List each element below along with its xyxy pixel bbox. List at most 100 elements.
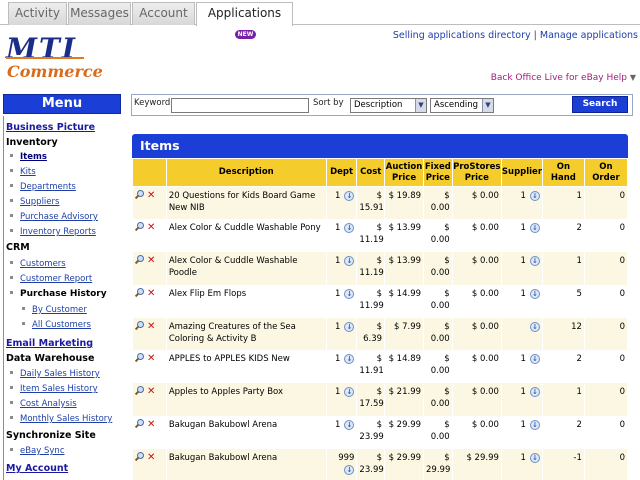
supplier-info-icon[interactable]: ↓ — [529, 288, 540, 299]
tab-account[interactable]: Account — [132, 2, 195, 25]
description-cell[interactable]: 20 Questions for Kids Board Game New NIB — [165, 186, 327, 220]
tab-applications[interactable]: Applications NEW — [196, 2, 293, 39]
supplier-info-icon[interactable]: ↓ — [529, 256, 540, 267]
sidebar-item-email-marketing[interactable]: Email Marketing — [6, 338, 93, 349]
supplier-info-icon[interactable]: ↓ — [529, 321, 540, 332]
sidebar-item-item-sales-history[interactable]: Item Sales History — [10, 384, 98, 394]
column-header-on-hand[interactable]: On Hand — [541, 158, 585, 187]
delete-item-x-icon[interactable]: ✕ — [147, 255, 155, 267]
description-cell[interactable]: Alex Color & Cuddle Washable Pony — [165, 219, 327, 253]
description-cell[interactable]: Alex Flip Em Flops — [165, 284, 327, 318]
dept-info-icon[interactable]: ↓ — [344, 354, 355, 365]
delete-item-x-icon[interactable]: ✕ — [147, 353, 155, 365]
bullet-icon — [10, 371, 13, 374]
supplier-value: 1 — [520, 223, 526, 234]
sidebar-item-my-account[interactable]: My Account — [6, 463, 68, 474]
keyword-input[interactable] — [171, 98, 309, 113]
supplier-info-icon[interactable]: ↓ — [529, 452, 540, 463]
column-header-fixed-price[interactable]: Fixed Price — [423, 158, 453, 187]
supplier-cell: 1 ↓ — [500, 252, 543, 285]
sidebar-item-suppliers[interactable]: Suppliers — [10, 197, 59, 207]
sidebar-item-items[interactable]: Items — [10, 152, 47, 162]
supplier-info-icon[interactable]: ↓ — [529, 354, 540, 365]
view-item-magnifier-icon[interactable] — [135, 353, 144, 362]
dept-info-icon[interactable]: ↓ — [344, 464, 355, 475]
sidebar-item-purchase-advisory[interactable]: Purchase Advisory — [10, 212, 98, 222]
column-header-description[interactable]: Description — [165, 158, 327, 187]
column-header-cost[interactable]: Cost — [356, 158, 386, 187]
on-hand-cell: 5 — [541, 284, 585, 318]
dept-info-icon[interactable]: ↓ — [344, 191, 355, 201]
dept-info-icon[interactable]: ↓ — [344, 420, 355, 431]
bullet-icon — [10, 261, 13, 264]
supplier-info-icon[interactable]: ↓ — [529, 387, 540, 398]
fixed-price-cell: $ 0.00 — [423, 284, 453, 318]
dept-info-icon[interactable]: ↓ — [344, 321, 355, 332]
sidebar-item-inventory-reports[interactable]: Inventory Reports — [10, 227, 96, 237]
delete-item-x-icon[interactable]: ✕ — [147, 288, 155, 300]
description-cell[interactable]: Alex Color & Cuddle Washable Poodle — [165, 252, 327, 285]
tab-activity[interactable]: Activity — [8, 2, 67, 25]
bullet-icon — [10, 448, 13, 451]
sidebar-item-business-picture[interactable]: Business Picture — [6, 122, 95, 133]
dept-value: 1 — [335, 223, 341, 234]
delete-item-x-icon[interactable]: ✕ — [147, 386, 155, 398]
sidebar-item-by-customer[interactable]: By Customer — [22, 305, 87, 315]
supplier-info-icon[interactable]: ↓ — [529, 420, 540, 431]
description-cell[interactable]: Amazing Creatures of the Sea Coloring & … — [165, 317, 327, 351]
sidebar-item-monthly-sales-history[interactable]: Monthly Sales History — [10, 414, 112, 424]
supplier-cell: 1 ↓ — [500, 186, 543, 220]
search-button[interactable]: Search — [572, 96, 628, 113]
supplier-info-icon[interactable]: ↓ — [529, 191, 540, 201]
dept-info-icon[interactable]: ↓ — [344, 387, 355, 398]
view-item-magnifier-icon[interactable] — [135, 451, 144, 461]
sidebar-item-departments[interactable]: Departments — [10, 182, 76, 192]
sidebar-item-customer-report[interactable]: Customer Report — [10, 274, 92, 284]
column-header-dept[interactable]: Dept — [325, 158, 358, 187]
prostores-price-cell: $ 0.00 — [451, 416, 502, 449]
view-item-magnifier-icon[interactable] — [135, 287, 144, 297]
dept-info-icon[interactable]: ↓ — [344, 256, 355, 267]
table-row: ✕ Alex Flip Em Flops 1 ↓ $ 11.99 $ 14.99 $ 0.0… — [132, 284, 629, 318]
sidebar-item-ebay-sync[interactable]: eBay Sync — [10, 446, 65, 456]
sidebar-item-all-customers[interactable]: All Customers — [22, 320, 91, 330]
description-cell[interactable]: Apples to Apples Party Box — [165, 383, 327, 417]
sidebar-item-label: eBay Sync — [20, 446, 65, 456]
delete-item-x-icon[interactable]: ✕ — [147, 321, 155, 333]
sort-field-value: Description — [354, 100, 403, 110]
sidebar-item-purchase-history[interactable]: Purchase History — [10, 289, 107, 299]
description-cell[interactable]: Bakugan Bakubowl Arena — [165, 416, 327, 449]
column-header-auction-price[interactable]: Auction Price — [384, 158, 425, 187]
sidebar-item-kits[interactable]: Kits — [10, 167, 36, 177]
column-header-on-order[interactable]: On Order — [583, 158, 629, 187]
view-item-magnifier-icon[interactable] — [135, 190, 144, 199]
supplier-info-icon[interactable]: ↓ — [529, 223, 540, 234]
view-item-magnifier-icon[interactable] — [135, 320, 144, 330]
sidebar-item-label: Purchase History — [20, 289, 107, 299]
column-header-prostores-price[interactable]: ProStores Price — [451, 158, 502, 187]
sort-order-select[interactable]: Ascending ▼ — [430, 98, 494, 113]
tab-messages[interactable]: Messages — [68, 2, 131, 25]
delete-item-x-icon[interactable]: ✕ — [147, 190, 155, 202]
sidebar-item-daily-sales-history[interactable]: Daily Sales History — [10, 369, 100, 379]
view-item-magnifier-icon[interactable] — [135, 386, 144, 395]
view-item-magnifier-icon[interactable] — [135, 222, 144, 231]
sidebar-item-customers[interactable]: Customers — [10, 259, 66, 269]
manage-applications-link[interactable]: Manage applications — [540, 30, 638, 41]
column-header-supplier[interactable]: Supplier — [500, 158, 543, 187]
sort-field-select[interactable]: Description ▼ — [350, 98, 427, 113]
dept-cell: 1 ↓ — [325, 219, 358, 253]
help-dropdown[interactable]: Back Office Live for eBay Help ▼ — [491, 73, 636, 83]
dept-info-icon[interactable]: ↓ — [344, 223, 355, 234]
delete-item-x-icon[interactable]: ✕ — [147, 222, 155, 234]
fixed-price-cell: $ 0.00 — [423, 186, 453, 220]
description-cell[interactable]: Bakugan Bakubowl Arena — [165, 448, 327, 480]
view-item-magnifier-icon[interactable] — [135, 419, 144, 428]
dept-info-icon[interactable]: ↓ — [344, 288, 355, 299]
view-item-magnifier-icon[interactable] — [135, 255, 144, 264]
delete-item-x-icon[interactable]: ✕ — [147, 419, 155, 431]
delete-item-x-icon[interactable]: ✕ — [147, 452, 155, 464]
description-cell[interactable]: APPLES to APPLES KIDS New — [165, 350, 327, 384]
sidebar-item-cost-analysis[interactable]: Cost Analysis — [10, 399, 77, 409]
selling-applications-directory-link[interactable]: Selling applications directory — [393, 30, 531, 41]
